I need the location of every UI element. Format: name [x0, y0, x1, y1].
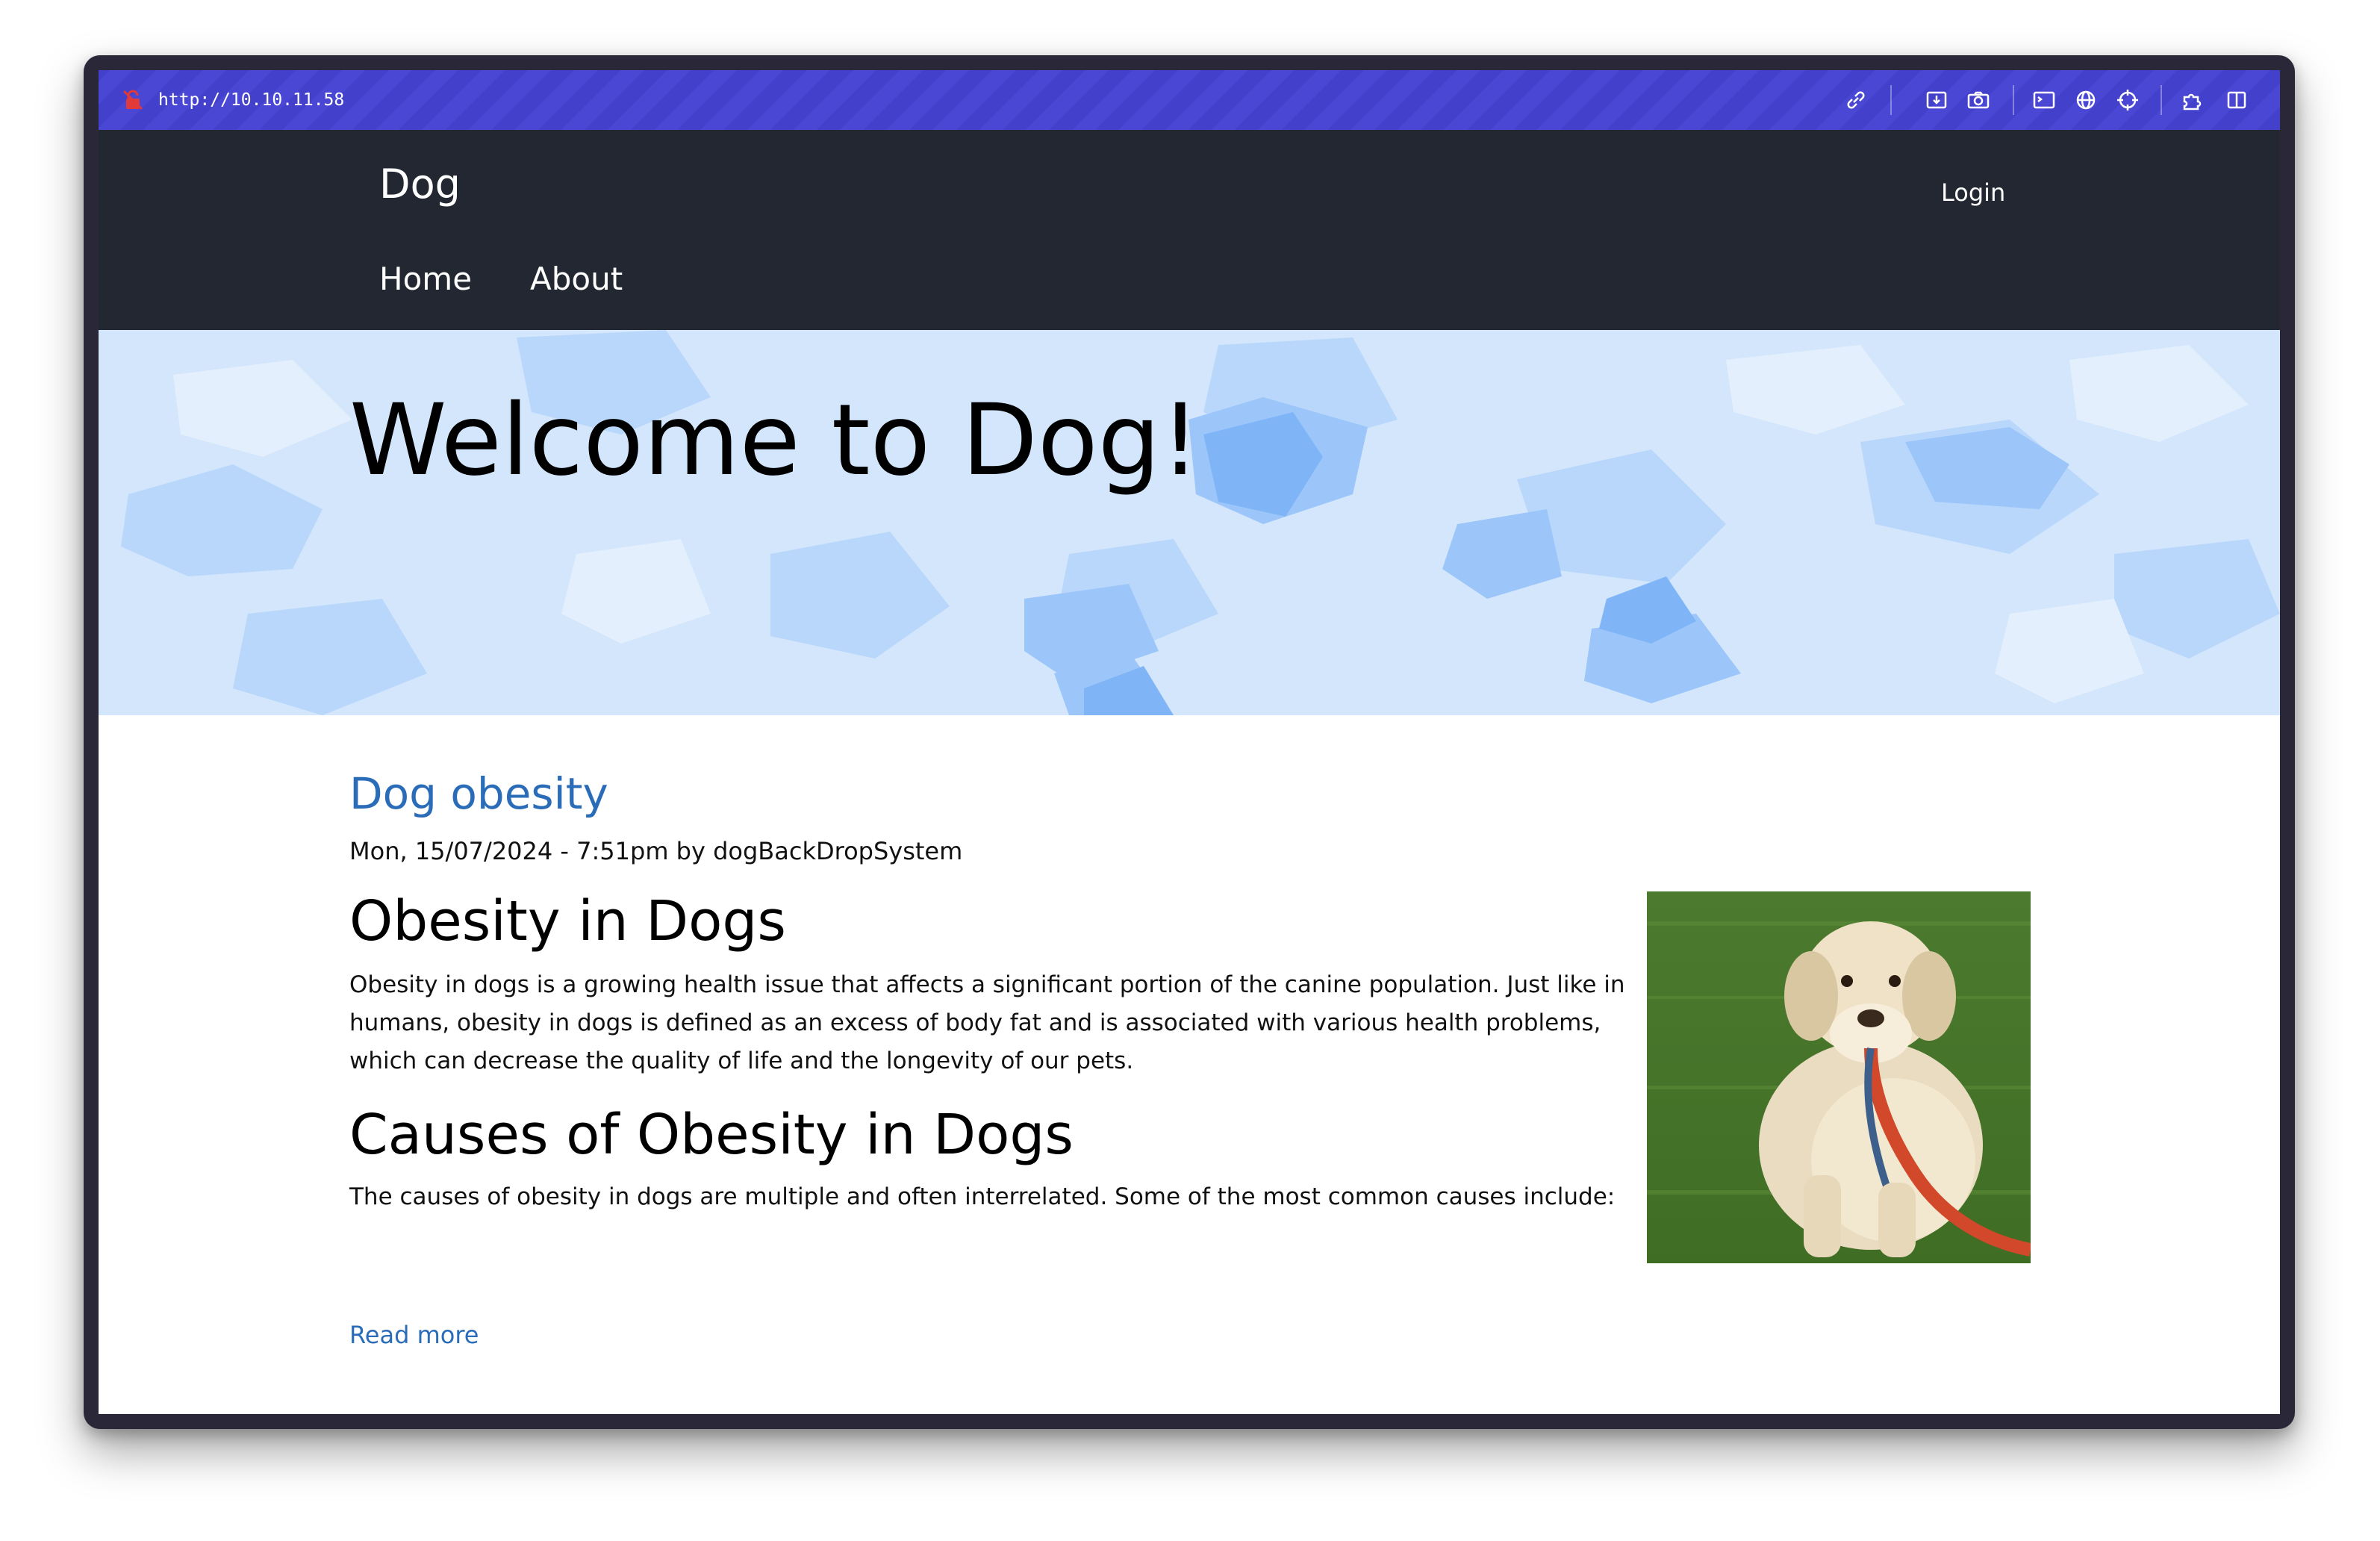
download-icon[interactable]: [1923, 87, 1950, 113]
login-link[interactable]: Login: [1941, 176, 2005, 209]
site-brand[interactable]: Dog: [379, 158, 461, 211]
main-nav: Home About: [379, 258, 623, 300]
terminal-icon[interactable]: [2031, 87, 2057, 113]
crosshair-icon[interactable]: [2114, 87, 2141, 113]
nav-item-about[interactable]: About: [530, 258, 623, 300]
browser-viewport: http://10.10.11.58 Dog Login Home About …: [99, 70, 2280, 1414]
read-more-link[interactable]: Read more: [349, 1319, 479, 1351]
dog-photo: [1647, 891, 2031, 1263]
article-heading-obesity: Obesity in Dogs: [349, 889, 786, 953]
link-icon[interactable]: [1842, 87, 1869, 113]
globe-icon[interactable]: [2072, 87, 2099, 113]
camera-icon[interactable]: [1965, 87, 1992, 113]
nav-item-home[interactable]: Home: [379, 258, 472, 300]
address-bar-url[interactable]: http://10.10.11.58: [158, 87, 344, 113]
hero-title: Welcome to Dog!: [349, 383, 1200, 498]
article-paragraph-2: The causes of obesity in dogs are multip…: [349, 1183, 1616, 1210]
browser-window: http://10.10.11.58 Dog Login Home About …: [84, 55, 2295, 1429]
toolbar-divider: [2013, 85, 2014, 115]
article-paragraph-1: Obesity in dogs is a growing health issu…: [349, 971, 1625, 1074]
article-heading-causes: Causes of Obesity in Dogs: [349, 1103, 1074, 1167]
article-meta: Mon, 15/07/2024 - 7:51pm by dogBackDropS…: [349, 837, 963, 865]
site-header: Dog Login Home About: [99, 130, 2280, 330]
article-title-link[interactable]: Dog obesity: [349, 766, 608, 821]
split-view-icon[interactable]: [2223, 87, 2250, 113]
toolbar-divider: [2161, 85, 2162, 115]
article-image-dog: [1647, 891, 2031, 1263]
hero-banner: Welcome to Dog!: [99, 330, 2280, 715]
browser-toolbar: http://10.10.11.58: [99, 70, 2280, 130]
puzzle-icon[interactable]: [2180, 87, 2207, 113]
lock-off-icon: [121, 88, 145, 112]
toolbar-divider: [1890, 85, 1892, 115]
